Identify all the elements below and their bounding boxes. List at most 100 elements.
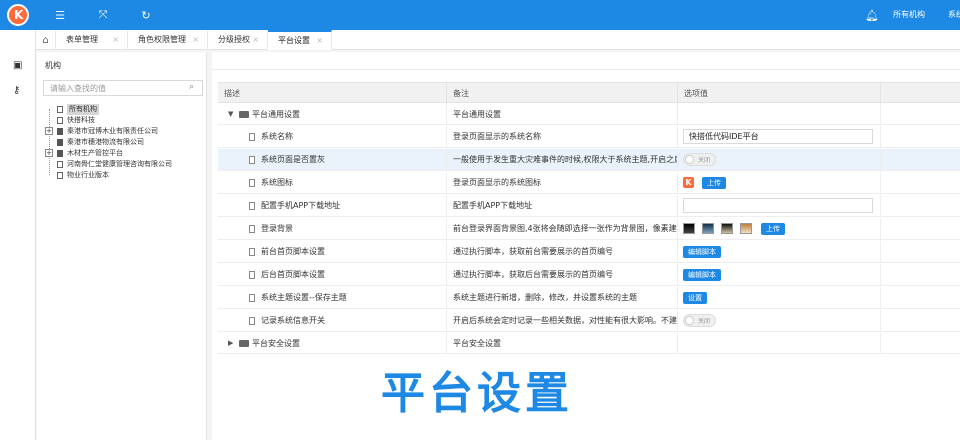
key-icon[interactable]: ⚷ bbox=[13, 85, 25, 97]
cell-desc: 系统图标 bbox=[218, 172, 447, 193]
caret-down-icon[interactable]: ▼ bbox=[228, 110, 233, 118]
tree-node-label: 木材生产管控平台 bbox=[67, 149, 123, 157]
table-row: 系统页面是否置灰 一般使用于发生重大灾难事件的时候,权限大于系统主题,开启之后全… bbox=[218, 149, 960, 171]
document-icon bbox=[249, 132, 255, 141]
theme-settings-button[interactable]: 设置 bbox=[683, 291, 707, 304]
home-tab[interactable]: ⌂ bbox=[36, 30, 56, 50]
row-remark: 平台通用设置 bbox=[447, 104, 678, 124]
row-desc: 配置手机APP下载地址 bbox=[261, 201, 341, 210]
document-icon bbox=[249, 155, 255, 164]
row-desc: 记录系统信息开关 bbox=[261, 316, 325, 325]
document-icon bbox=[249, 178, 255, 187]
system-menu[interactable]: 系统 bbox=[948, 9, 960, 20]
folder-icon bbox=[57, 139, 63, 146]
tab-role-permission[interactable]: 角色权限管理 × bbox=[128, 30, 208, 50]
row-desc: 平台安全设置 bbox=[252, 338, 300, 348]
page-icon bbox=[57, 106, 63, 113]
home-icon: ⌂ bbox=[42, 34, 49, 46]
app-logo[interactable]: K bbox=[7, 4, 29, 26]
fullscreen-icon[interactable]: ⤧ bbox=[95, 7, 111, 23]
system-name-input[interactable] bbox=[683, 129, 873, 144]
record-info-toggle[interactable]: 关闭 bbox=[683, 314, 716, 327]
form-icon[interactable]: ▣ bbox=[13, 60, 25, 72]
row-remark: 平台安全设置 bbox=[447, 333, 678, 353]
cell-option bbox=[678, 333, 881, 353]
upload-icon-button[interactable]: 上传 bbox=[702, 176, 726, 189]
tab-label: 表单管理 bbox=[66, 35, 98, 44]
settings-content: 描述 备注 选项值 ▼ 平台通用设置 平台通用设置 系统名称 登录页面显示的系统… bbox=[212, 52, 960, 440]
close-icon[interactable]: × bbox=[192, 30, 199, 50]
row-desc: 登录背景 bbox=[261, 224, 293, 233]
row-remark: 前台登录界面背景图,4张将会随即选择一张作为背景图，像素建议1920*1080 bbox=[447, 218, 678, 239]
header-remark: 备注 bbox=[447, 83, 678, 104]
page-icon bbox=[57, 117, 63, 124]
group-row-general[interactable]: ▼ 平台通用设置 平台通用设置 bbox=[218, 104, 960, 125]
cell-option: 关闭 bbox=[678, 149, 881, 170]
tab-label: 角色权限管理 bbox=[138, 35, 186, 44]
left-rail: ▣ ⚷ bbox=[0, 30, 36, 440]
org-panel: 机构 ⌕ 所有机构 快搭科技 + 秦港市冠博木业有限责任公司 秦港市穗港物流有限… bbox=[37, 52, 207, 440]
table-row: 系统名称 登录页面显示的系统名称 bbox=[218, 126, 960, 148]
edit-front-script-button[interactable]: 编辑脚本 bbox=[683, 245, 721, 258]
app-logo-letter: K bbox=[14, 8, 24, 22]
tree-node-label: 快搭科技 bbox=[67, 116, 95, 124]
expand-icon[interactable]: + bbox=[45, 127, 53, 135]
tab-form-management[interactable]: 表单管理 × bbox=[56, 30, 128, 50]
cell-desc: ▼ 平台通用设置 bbox=[218, 104, 447, 124]
table-row: 系统主题设置--保存主题 系统主题进行新增，删除，修改，并设置系统的主题 设置 bbox=[218, 287, 960, 309]
cell-desc: 登录背景 bbox=[218, 218, 447, 239]
row-desc: 后台首页脚本设置 bbox=[261, 270, 325, 279]
system-logo-preview: K bbox=[683, 177, 694, 188]
expand-icon[interactable]: + bbox=[45, 149, 53, 157]
menu-icon[interactable]: ☰ bbox=[52, 7, 68, 23]
background-thumbnail[interactable] bbox=[702, 223, 714, 234]
grayscale-toggle[interactable]: 关闭 bbox=[683, 153, 716, 166]
page-icon bbox=[57, 172, 63, 179]
cell-option bbox=[678, 195, 881, 216]
row-remark: 开启后系统会定时记录一些相关数据，对性能有很大影响。不建议开启 bbox=[447, 310, 678, 331]
background-thumbnail[interactable] bbox=[683, 223, 695, 234]
row-desc: 系统图标 bbox=[261, 178, 293, 187]
table-row: 配置手机APP下载地址 配置手机APP下载地址 bbox=[218, 195, 960, 217]
cell-desc: 后台首页脚本设置 bbox=[218, 264, 447, 285]
document-icon bbox=[249, 316, 255, 325]
refresh-icon[interactable]: ↻ bbox=[138, 7, 154, 23]
close-icon[interactable]: × bbox=[112, 30, 119, 50]
org-panel-title: 机构 bbox=[45, 61, 61, 70]
document-icon bbox=[249, 247, 255, 256]
cell-desc: 记录系统信息开关 bbox=[218, 310, 447, 331]
header-desc: 描述 bbox=[218, 83, 447, 104]
app-download-url-input[interactable] bbox=[683, 198, 873, 213]
page-caption: 平台设置 bbox=[381, 368, 573, 419]
background-thumbnail[interactable] bbox=[721, 223, 733, 234]
tree-node-label: 秦港市穗港物流有限公司 bbox=[67, 138, 144, 146]
header-option: 选项值 bbox=[678, 83, 881, 104]
row-desc: 前台首页脚本设置 bbox=[261, 247, 325, 256]
upload-background-button[interactable]: 上传 bbox=[761, 222, 785, 235]
tab-label: 平台设置 bbox=[278, 36, 310, 45]
close-icon[interactable]: × bbox=[252, 30, 259, 50]
search-icon[interactable]: ⌕ bbox=[189, 82, 194, 92]
row-remark: 登录页面显示的系统名称 bbox=[447, 126, 678, 147]
row-remark: 通过执行脚本，获取后台需要展示的首页编号 bbox=[447, 264, 678, 285]
tab-platform-settings[interactable]: 平台设置 × bbox=[268, 30, 332, 50]
org-search-input[interactable] bbox=[43, 80, 203, 96]
cell-option: K 上传 bbox=[678, 172, 881, 193]
edit-back-script-button[interactable]: 编辑脚本 bbox=[683, 268, 721, 281]
document-icon bbox=[249, 293, 255, 302]
document-icon bbox=[249, 224, 255, 233]
tab-grading-auth[interactable]: 分级授权 × bbox=[208, 30, 268, 50]
cell-option bbox=[678, 104, 881, 124]
folder-icon bbox=[239, 339, 249, 347]
group-row-security[interactable]: ▶ 平台安全设置 平台安全设置 bbox=[218, 333, 960, 354]
current-org-menu[interactable]: 所有机构 bbox=[893, 9, 925, 20]
caret-right-icon[interactable]: ▶ bbox=[228, 339, 233, 347]
folder-icon bbox=[57, 128, 63, 135]
folder-open-icon bbox=[239, 110, 249, 118]
cell-option: 上传 bbox=[678, 218, 881, 239]
close-icon[interactable]: × bbox=[316, 32, 323, 49]
document-icon bbox=[249, 270, 255, 279]
background-thumbnail[interactable] bbox=[740, 223, 752, 234]
cell-option: 关闭 bbox=[678, 310, 881, 331]
bell-icon[interactable]: 🔔︎ bbox=[864, 7, 880, 23]
